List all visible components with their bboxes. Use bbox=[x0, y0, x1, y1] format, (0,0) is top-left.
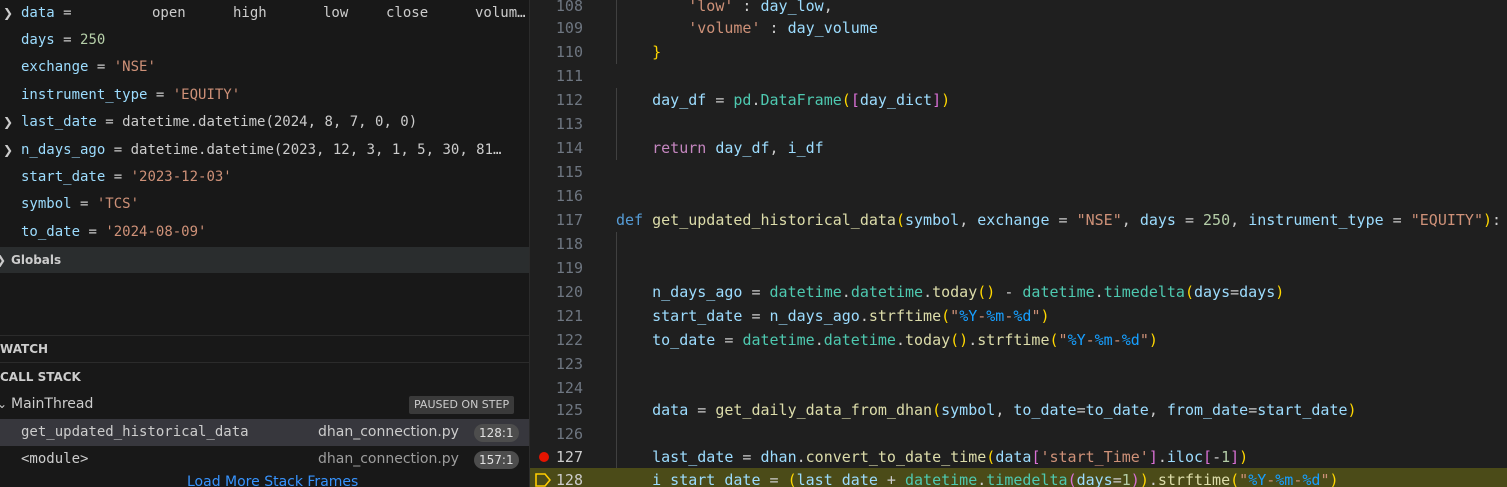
code-line[interactable]: 124 bbox=[530, 376, 1507, 400]
chevron-right-icon: ❯ bbox=[0, 247, 6, 273]
code-line[interactable]: 117 def get_updated_historical_data(symb… bbox=[530, 208, 1507, 232]
code-line[interactable]: 125 data = get_daily_data_from_dhan(symb… bbox=[530, 398, 1507, 422]
call-stack-section-header[interactable]: CALL STACK bbox=[0, 364, 529, 390]
code-line-current-step[interactable]: 128 i_start_date = (last_date + datetime… bbox=[530, 468, 1507, 487]
code-text: data = get_daily_data_from_dhan(symbol, … bbox=[652, 401, 1357, 419]
code-line[interactable]: 115 bbox=[530, 160, 1507, 184]
code-text: return day_df, i_df bbox=[652, 139, 824, 157]
debug-sidebar: ❯ data = open high low close volum… days = 2… bbox=[0, 0, 530, 487]
variable-data[interactable]: ❯ data = open high low close volum… bbox=[0, 0, 529, 27]
code-text: start_date = n_days_ago.strftime("%Y-%m-… bbox=[652, 307, 1050, 325]
code-line[interactable]: 123 bbox=[530, 352, 1507, 376]
chevron-right-icon[interactable]: ❯ bbox=[1, 109, 15, 136]
globals-scope[interactable]: ❯ Globals bbox=[0, 247, 529, 273]
code-editor[interactable]: 108 'low' : day_low, 109 'volume' : day_… bbox=[530, 0, 1507, 487]
code-line[interactable]: 121 start_date = n_days_ago.strftime("%Y… bbox=[530, 304, 1507, 328]
code-text: n_days_ago = datetime.datetime.today() -… bbox=[652, 283, 1285, 301]
vscode-debug-window: ❯ data = open high low close volum… days = 2… bbox=[0, 0, 1507, 487]
code-line[interactable]: 120 n_days_ago = datetime.datetime.today… bbox=[530, 280, 1507, 304]
watch-section-header[interactable]: WATCH bbox=[0, 336, 529, 362]
code-line-breakpoint[interactable]: 127 last_date = dhan.convert_to_date_tim… bbox=[530, 445, 1507, 469]
chevron-right-icon[interactable]: ❯ bbox=[1, 0, 15, 27]
code-text: to_date = datetime.datetime.today().strf… bbox=[652, 331, 1158, 349]
code-line[interactable]: 111 bbox=[530, 64, 1507, 88]
chevron-down-icon: ⌄ bbox=[0, 391, 7, 418]
load-more-stack-frames-link[interactable]: Load More Stack Frames bbox=[187, 474, 358, 487]
code-text: i_start_date = (last_date + datetime.tim… bbox=[652, 471, 1339, 487]
code-line[interactable]: 112 day_df = pd.DataFrame([day_dict]) bbox=[530, 88, 1507, 112]
variable-exchange[interactable]: exchange = 'NSE' bbox=[0, 54, 529, 81]
code-line[interactable]: 118 bbox=[530, 232, 1507, 256]
code-line[interactable]: 116 bbox=[530, 184, 1507, 208]
code-text: 'volume' : day_volume bbox=[688, 19, 878, 37]
variable-start-date[interactable]: start_date = '2023-12-03' bbox=[0, 164, 529, 191]
code-line[interactable]: 122 to_date = datetime.datetime.today().… bbox=[530, 328, 1507, 352]
code-line[interactable]: 110 } bbox=[530, 40, 1507, 64]
line-col-badge: 128:1 bbox=[474, 424, 519, 442]
variable-name: data bbox=[21, 5, 55, 21]
variable-n-days-ago[interactable]: ❯ n_days_ago = datetime.datetime(2023, 1… bbox=[0, 137, 529, 164]
variable-to-date[interactable]: to_date = '2024-08-09' bbox=[0, 219, 529, 246]
code-line[interactable]: 109 'volume' : day_volume bbox=[530, 16, 1507, 40]
code-text: } bbox=[652, 43, 662, 61]
line-col-badge: 157:1 bbox=[474, 451, 519, 469]
thread-main[interactable]: ⌄ MainThread PAUSED ON STEP bbox=[0, 391, 529, 418]
code-text: def get_updated_historical_data(symbol, … bbox=[616, 211, 1502, 229]
variable-last-date[interactable]: ❯ last_date = datetime.datetime(2024, 8,… bbox=[0, 109, 529, 136]
paused-status-badge: PAUSED ON STEP bbox=[409, 396, 515, 414]
stack-frame[interactable]: <module> dhan_connection.py 157:1 bbox=[0, 446, 529, 473]
variable-days[interactable]: days = 250 bbox=[0, 27, 529, 54]
code-line[interactable]: 119 bbox=[530, 256, 1507, 280]
code-line[interactable]: 114 return day_df, i_df bbox=[530, 136, 1507, 160]
code-line[interactable]: 126 bbox=[530, 422, 1507, 446]
variable-symbol[interactable]: symbol = 'TCS' bbox=[0, 191, 529, 218]
code-text: last_date = dhan.convert_to_date_time(da… bbox=[652, 448, 1249, 466]
code-text: day_df = pd.DataFrame([day_dict]) bbox=[652, 91, 951, 109]
divider bbox=[0, 362, 529, 363]
stack-frame[interactable]: get_updated_historical_data dhan_connect… bbox=[0, 419, 529, 446]
code-line[interactable]: 113 bbox=[530, 112, 1507, 136]
variable-instrument-type[interactable]: instrument_type = 'EQUITY' bbox=[0, 82, 529, 109]
chevron-right-icon[interactable]: ❯ bbox=[1, 137, 15, 164]
